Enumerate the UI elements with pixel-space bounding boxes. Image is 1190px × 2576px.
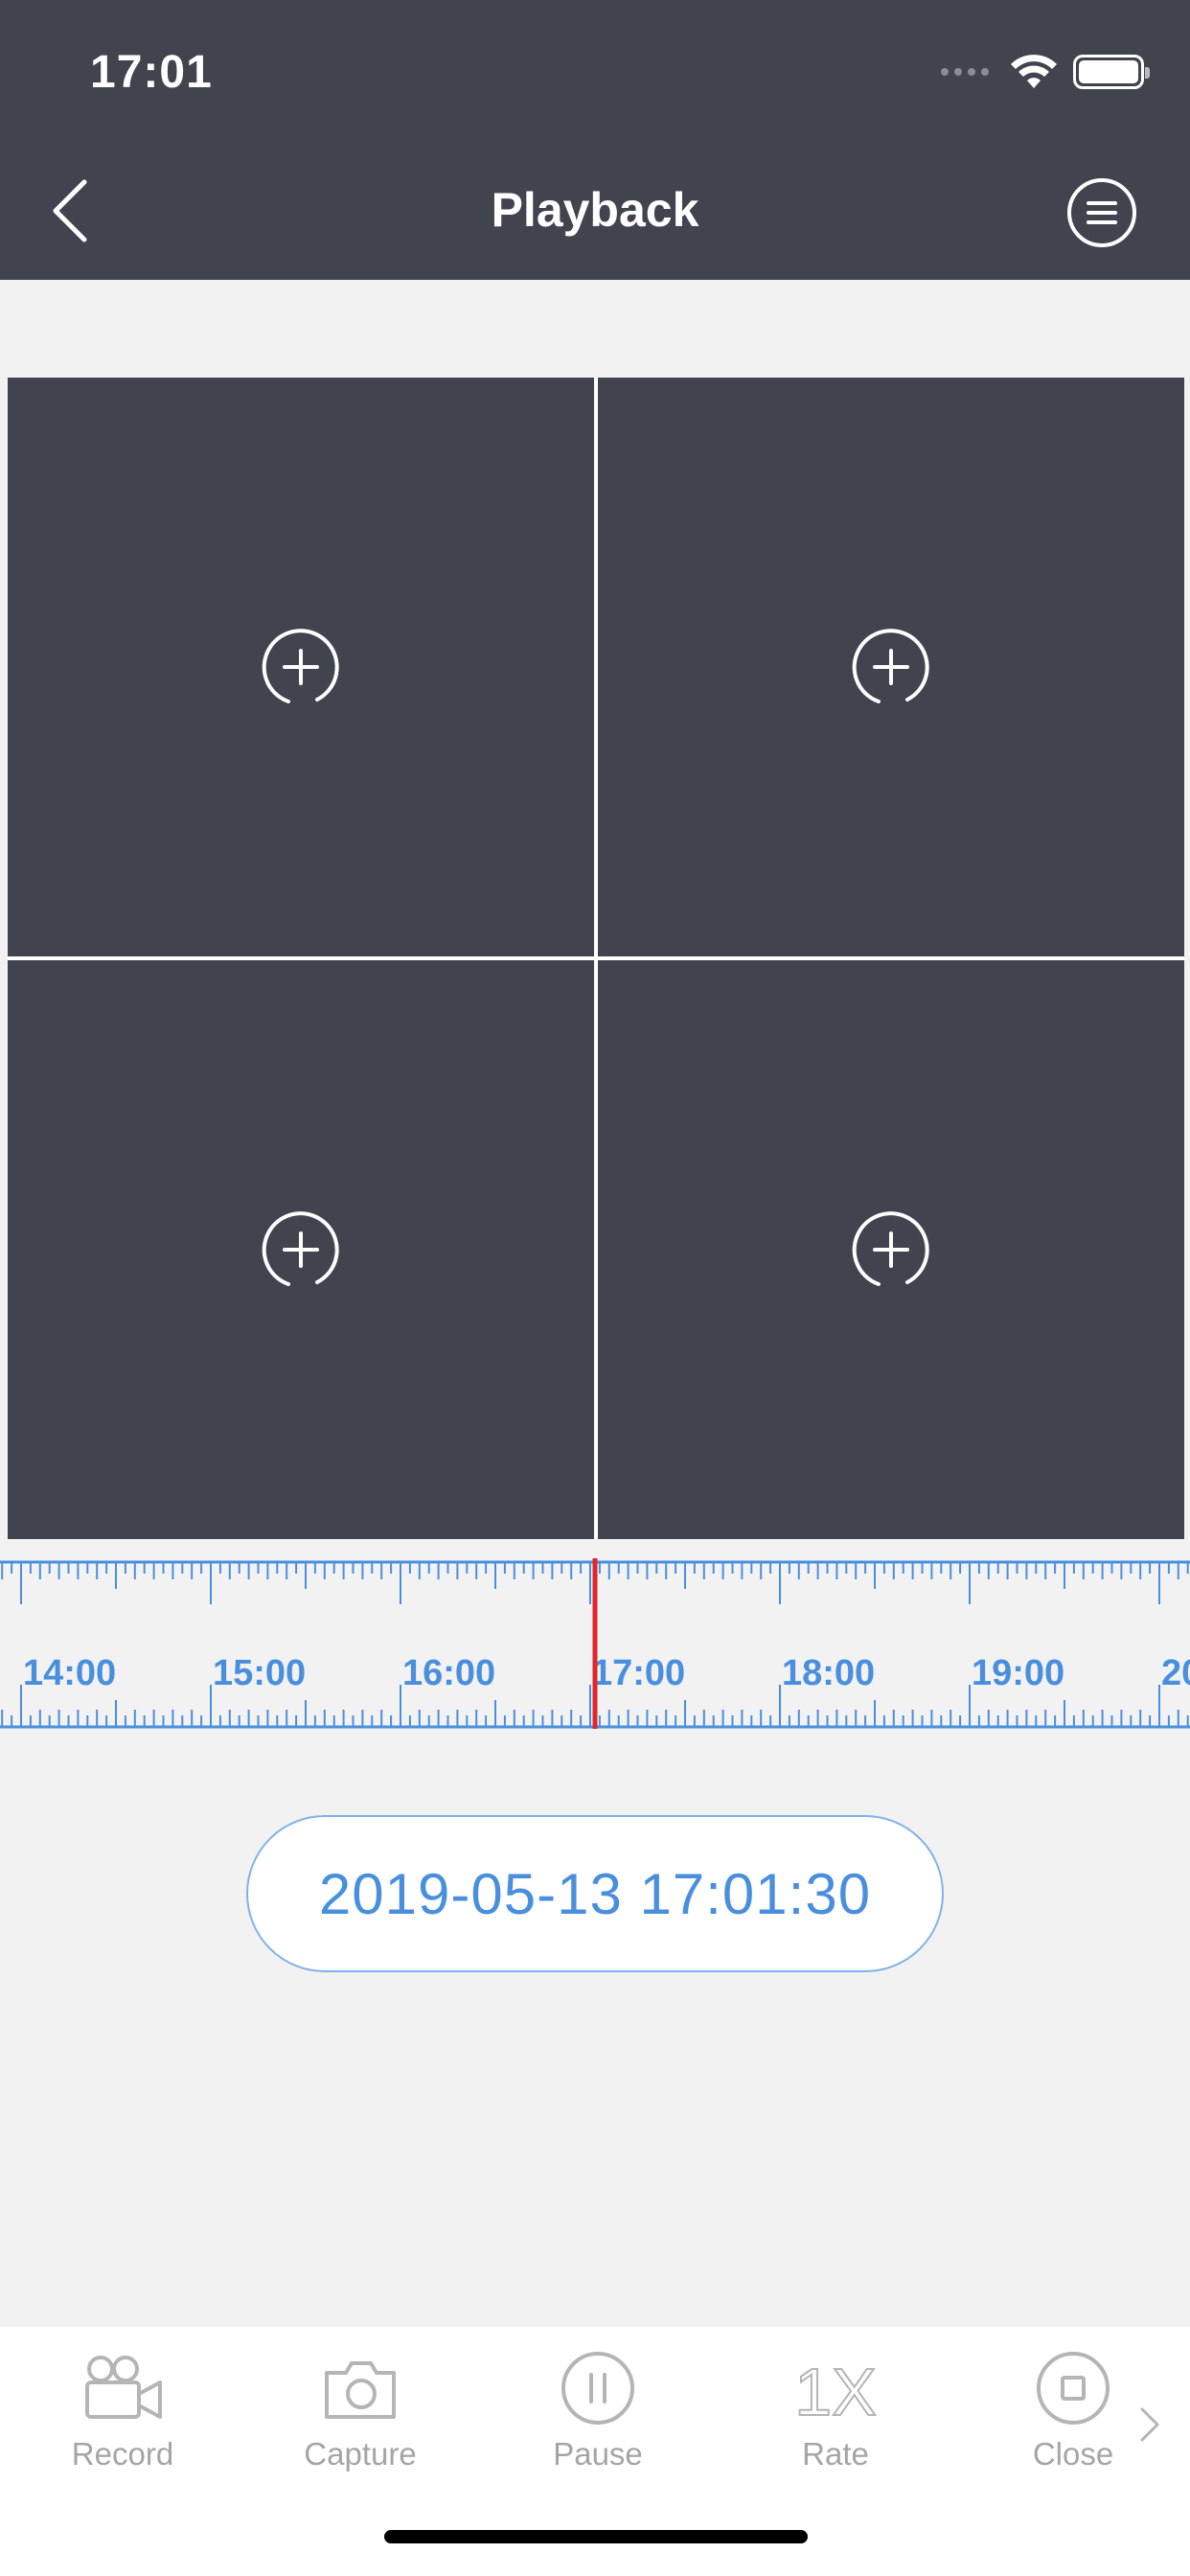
camera-icon bbox=[325, 2361, 396, 2419]
add-circle-icon[interactable] bbox=[260, 1208, 342, 1291]
timeline-hour-label: 15:00 bbox=[213, 1653, 306, 1693]
cellular-signal-icon bbox=[941, 68, 989, 76]
timeline-hour-label: 16:00 bbox=[402, 1653, 495, 1693]
rate-button[interactable]: 1X Rate bbox=[730, 2350, 941, 2472]
status-icons bbox=[941, 54, 1150, 90]
page-title: Playback bbox=[491, 183, 699, 237]
menu-button[interactable] bbox=[1065, 176, 1138, 249]
add-circle-icon[interactable] bbox=[850, 1208, 932, 1291]
header: 17:01 Playback bbox=[0, 0, 1190, 280]
svg-text:1X: 1X bbox=[794, 2355, 877, 2426]
video-cell-3[interactable] bbox=[8, 960, 594, 1539]
datetime-value: 2019-05-13 17:01:30 bbox=[318, 1861, 872, 1926]
datetime-selector[interactable]: 2019-05-13 17:01:30 bbox=[246, 1815, 944, 1972]
capture-label: Capture bbox=[304, 2436, 417, 2472]
video-grid bbox=[8, 378, 1184, 1539]
timeline-hour-label: 19:00 bbox=[972, 1653, 1064, 1693]
video-cell-1[interactable] bbox=[8, 378, 594, 956]
battery-icon bbox=[1073, 55, 1150, 89]
video-camera-icon bbox=[85, 2356, 162, 2419]
chevron-right-icon[interactable] bbox=[1134, 2404, 1163, 2446]
stop-circle-icon bbox=[1037, 2352, 1110, 2425]
timeline-hour-label: 18:00 bbox=[782, 1653, 875, 1693]
add-circle-icon[interactable] bbox=[850, 626, 932, 708]
pause-circle-icon bbox=[561, 2352, 634, 2425]
video-cell-2[interactable] bbox=[598, 378, 1184, 956]
rate-label: Rate bbox=[802, 2436, 869, 2472]
timeline-ruler-svg[interactable]: 14:00 15:00 16:00 17:00 18:00 19:00 20:00 bbox=[0, 1554, 1190, 1731]
record-label: Record bbox=[71, 2436, 174, 2472]
add-circle-icon[interactable] bbox=[260, 626, 342, 708]
pause-label: Pause bbox=[553, 2436, 643, 2472]
home-indicator bbox=[384, 2530, 808, 2543]
timeline-ruler[interactable]: 14:00 15:00 16:00 17:00 18:00 19:00 20:00 bbox=[0, 1554, 1190, 1731]
status-time: 17:01 bbox=[90, 47, 213, 98]
list-circle-icon bbox=[1067, 178, 1136, 247]
wifi-icon bbox=[1011, 55, 1057, 88]
timeline-hour-label: 14:00 bbox=[23, 1653, 116, 1693]
pause-button[interactable]: Pause bbox=[492, 2350, 703, 2472]
capture-button[interactable]: Capture bbox=[255, 2350, 466, 2472]
1x-icon: 1X bbox=[793, 2354, 878, 2426]
record-button[interactable]: Record bbox=[17, 2350, 228, 2472]
timeline-hour-label: 20:00 bbox=[1161, 1653, 1190, 1693]
video-cell-4[interactable] bbox=[598, 960, 1184, 1539]
timeline-hour-label: 17:00 bbox=[592, 1653, 685, 1693]
